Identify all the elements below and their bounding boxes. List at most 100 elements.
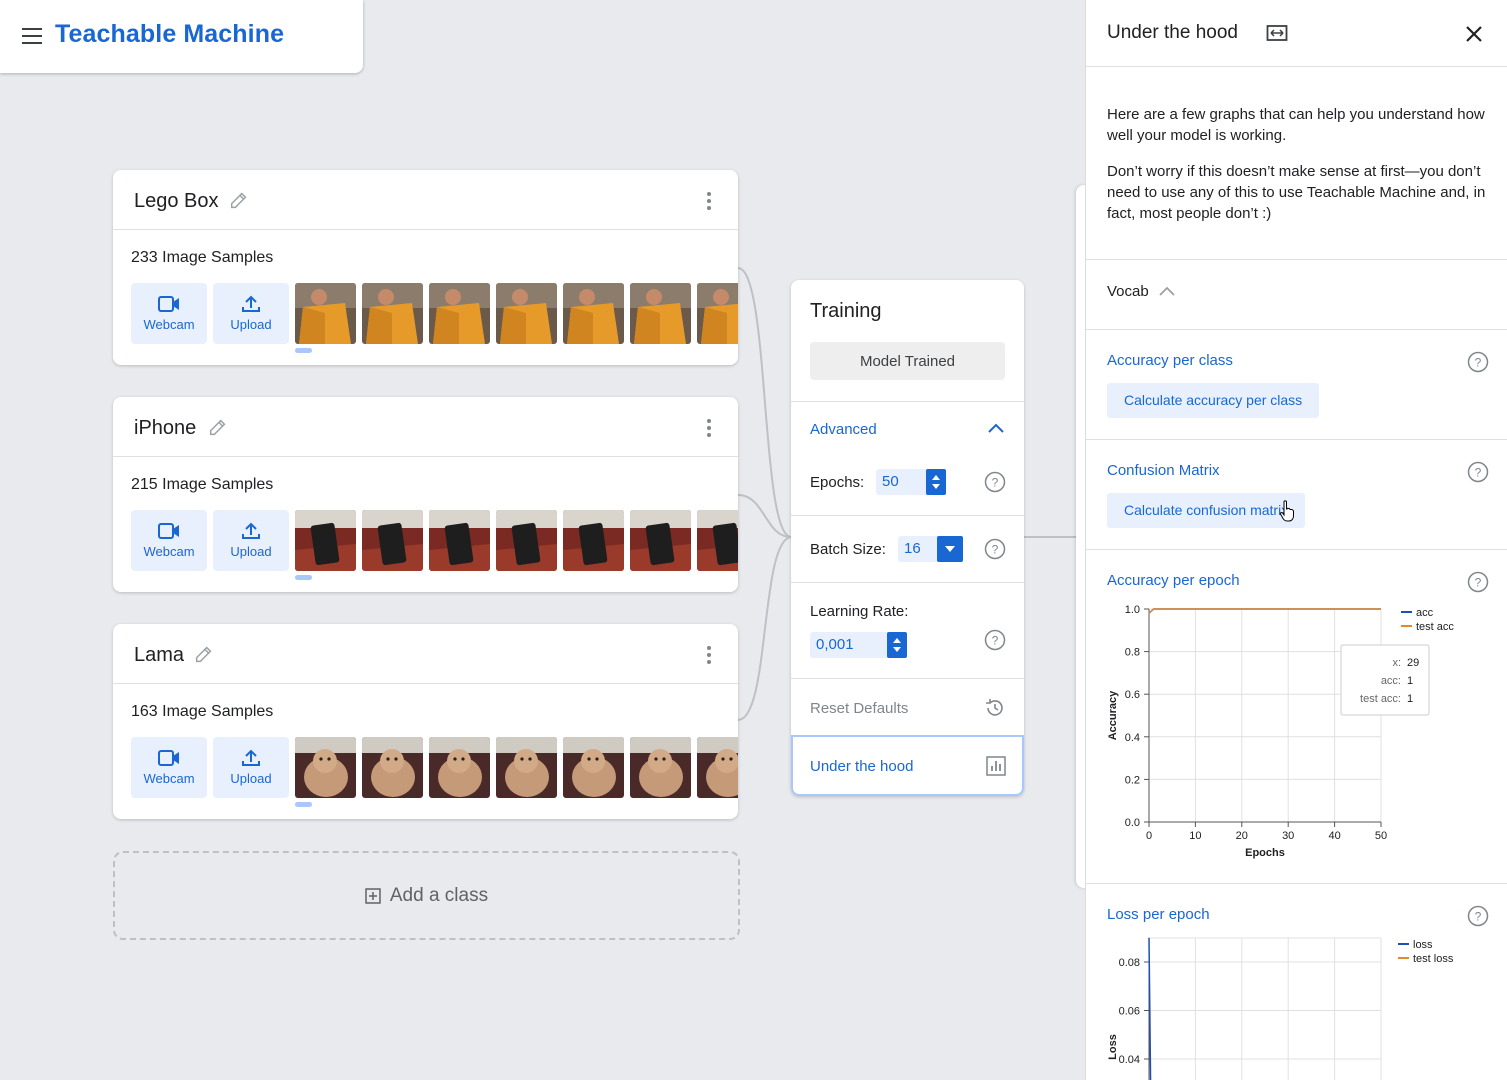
divider — [791, 582, 1024, 583]
calculate-confusion-matrix-button[interactable]: Calculate confusion matrix — [1107, 493, 1306, 528]
sample-thumbnail[interactable] — [496, 737, 557, 798]
sample-thumbnail[interactable] — [295, 283, 356, 344]
help-icon[interactable]: ? — [1467, 461, 1489, 483]
class-name[interactable]: Lego Box — [134, 190, 219, 213]
y-tick-label: 0.8 — [1125, 647, 1140, 659]
hamburger-menu-icon[interactable] — [22, 28, 42, 44]
advanced-toggle[interactable]: Advanced — [810, 421, 877, 438]
upload-label: Upload — [230, 544, 272, 559]
x-tick-label: 0 — [1146, 830, 1152, 842]
more-options-icon[interactable] — [707, 192, 711, 210]
under-the-hood-panel: Under the hood Here are a few graphs tha… — [1085, 0, 1507, 1080]
sample-thumbnail[interactable] — [362, 283, 423, 344]
add-class-button[interactable]: Add a class — [113, 851, 740, 940]
tooltip-key: acc: — [1381, 675, 1401, 687]
sample-thumbnail[interactable] — [563, 737, 624, 798]
webcam-button[interactable]: Webcam — [131, 737, 207, 798]
thumbnail-scroll-indicator[interactable] — [295, 575, 312, 580]
sample-thumbnail[interactable] — [295, 510, 356, 571]
learning-rate-input[interactable]: 0,001 — [810, 632, 907, 658]
webcam-label: Webcam — [143, 317, 195, 332]
thumbnail-scroll-indicator[interactable] — [295, 802, 312, 807]
app-title[interactable]: Teachable Machine — [55, 20, 284, 49]
upload-label: Upload — [230, 771, 272, 786]
epochs-input[interactable]: 50 — [876, 469, 946, 495]
reset-defaults-button[interactable]: Reset Defaults — [810, 700, 908, 717]
svg-text:?: ? — [1475, 576, 1482, 590]
tooltip-value: 29 — [1407, 657, 1419, 669]
webcam-label: Webcam — [143, 544, 195, 559]
help-icon[interactable]: ? — [1467, 571, 1489, 593]
batch-size-select[interactable]: 16 — [898, 536, 963, 562]
divider — [791, 401, 1024, 402]
sample-thumbnail[interactable] — [295, 737, 356, 798]
learning-rate-value: 0,001 — [816, 636, 854, 653]
help-icon[interactable]: ? — [1467, 905, 1489, 927]
legend-label: test loss — [1413, 953, 1454, 965]
help-icon[interactable]: ? — [984, 629, 1006, 651]
batch-size-dropdown[interactable] — [937, 536, 963, 562]
svg-text:?: ? — [1475, 910, 1482, 924]
pencil-icon[interactable] — [193, 643, 215, 665]
upload-icon — [242, 295, 260, 312]
sample-thumbnail[interactable] — [496, 510, 557, 571]
x-tick-label: 50 — [1375, 830, 1387, 842]
upload-button[interactable]: Upload — [213, 510, 289, 571]
sample-thumbnail[interactable] — [630, 510, 691, 571]
close-icon[interactable] — [1464, 24, 1484, 44]
learning-rate-stepper[interactable] — [887, 632, 907, 658]
sample-thumbnail[interactable] — [429, 283, 490, 344]
sample-thumbnail[interactable] — [362, 737, 423, 798]
train-model-button[interactable]: Model Trained — [810, 342, 1005, 380]
thumbnail-scroll-indicator[interactable] — [295, 348, 312, 353]
legend-label: acc — [1416, 607, 1434, 619]
class-card-header: iPhone — [113, 397, 738, 457]
sample-thumbnail[interactable] — [697, 283, 738, 344]
class-card-iphone: iPhone 215 Image Samples Webcam Upload — [113, 397, 738, 592]
history-icon[interactable] — [984, 697, 1006, 719]
pencil-icon[interactable] — [207, 416, 229, 438]
more-options-icon[interactable] — [707, 419, 711, 437]
class-name[interactable]: Lama — [134, 644, 184, 667]
x-tick-label: 30 — [1282, 830, 1294, 842]
class-name[interactable]: iPhone — [134, 417, 196, 440]
svg-text:?: ? — [1475, 356, 1482, 370]
chevron-up-icon[interactable] — [987, 421, 1005, 435]
sample-thumbnail[interactable] — [697, 737, 738, 798]
vocab-toggle[interactable]: Vocab — [1107, 283, 1149, 300]
sample-thumbnail[interactable] — [697, 510, 738, 571]
sample-thumbnail[interactable] — [429, 737, 490, 798]
epochs-stepper[interactable] — [926, 469, 946, 495]
svg-text:?: ? — [992, 543, 999, 557]
sample-thumbnail[interactable] — [563, 283, 624, 344]
sample-thumbnail[interactable] — [362, 510, 423, 571]
upload-icon — [242, 749, 260, 766]
help-icon[interactable]: ? — [984, 538, 1006, 560]
chevron-up-icon[interactable] — [1158, 284, 1176, 298]
confusion-matrix-title: Confusion Matrix — [1107, 462, 1220, 479]
webcam-button[interactable]: Webcam — [131, 510, 207, 571]
expand-panel-icon[interactable] — [1266, 24, 1288, 42]
y-tick-label: 0.06 — [1119, 1006, 1140, 1018]
sample-thumbnail[interactable] — [496, 283, 557, 344]
app-header: Teachable Machine — [0, 0, 363, 73]
webcam-button[interactable]: Webcam — [131, 283, 207, 344]
sample-thumbnail[interactable] — [630, 737, 691, 798]
under-the-hood-button[interactable]: Under the hood — [791, 735, 1024, 796]
y-axis-label: Accuracy — [1107, 690, 1119, 740]
help-icon[interactable]: ? — [984, 471, 1006, 493]
more-options-icon[interactable] — [707, 646, 711, 664]
pencil-icon[interactable] — [228, 189, 250, 211]
calculate-accuracy-button[interactable]: Calculate accuracy per class — [1107, 383, 1320, 418]
sample-thumbnail[interactable] — [630, 283, 691, 344]
tooltip-key: x: — [1392, 657, 1401, 669]
accuracy-per-epoch-chart: 0 10 20 30 40 50 0.0 0.2 0.4 0.6 0.8 1.0 Epochs Accur… — [1107, 604, 1454, 859]
upload-button[interactable]: Upload — [213, 283, 289, 344]
svg-text:?: ? — [992, 476, 999, 490]
sample-thumbnail[interactable] — [429, 510, 490, 571]
webcam-icon — [158, 750, 179, 766]
help-icon[interactable]: ? — [1467, 351, 1489, 373]
add-class-label: Add a class — [389, 884, 489, 906]
sample-thumbnail[interactable] — [563, 510, 624, 571]
upload-button[interactable]: Upload — [213, 737, 289, 798]
